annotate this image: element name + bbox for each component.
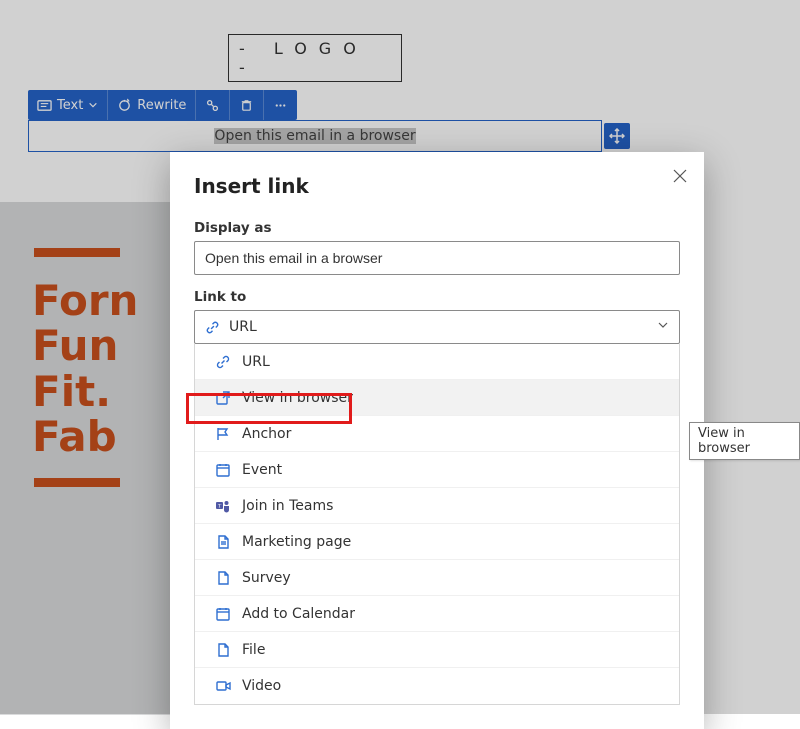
- calendar-grid-icon: [215, 606, 231, 622]
- close-button[interactable]: [670, 166, 690, 186]
- option-join-in-teams[interactable]: T Join in Teams: [195, 488, 679, 524]
- close-icon: [673, 169, 687, 183]
- link-to-label: Link to: [194, 289, 680, 305]
- tooltip-text: View in browser: [698, 426, 750, 456]
- flag-icon: [215, 426, 231, 442]
- option-view-in-browser[interactable]: View in browser: [195, 380, 679, 416]
- teams-icon: T: [215, 498, 231, 514]
- option-label: Event: [242, 462, 282, 478]
- option-file[interactable]: File: [195, 632, 679, 668]
- option-video[interactable]: Video: [195, 668, 679, 704]
- open-external-icon: [215, 390, 231, 406]
- file-icon: [215, 642, 231, 658]
- option-label: Add to Calendar: [242, 606, 355, 622]
- link-to-options-dropdown: URL View in browser Anchor Event T Join …: [194, 344, 680, 705]
- calendar-icon: [215, 462, 231, 478]
- video-icon: [215, 678, 231, 694]
- option-label: Marketing page: [242, 534, 351, 550]
- option-label: Survey: [242, 570, 291, 586]
- dialog-title: Insert link: [194, 174, 680, 198]
- selected-option-label: URL: [229, 319, 257, 335]
- option-marketing-page[interactable]: Marketing page: [195, 524, 679, 560]
- option-survey[interactable]: Survey: [195, 560, 679, 596]
- display-as-input[interactable]: [194, 241, 680, 275]
- option-label: View in browser: [242, 390, 353, 406]
- link-icon: [205, 320, 220, 335]
- option-label: Anchor: [242, 426, 291, 442]
- option-url[interactable]: URL: [195, 344, 679, 380]
- option-label: Join in Teams: [242, 498, 333, 514]
- tooltip: View in browser: [689, 422, 800, 460]
- chevron-down-icon: [657, 319, 669, 335]
- option-label: Video: [242, 678, 281, 694]
- option-label: File: [242, 642, 265, 658]
- document-icon: [215, 570, 231, 586]
- link-icon: [215, 354, 231, 370]
- option-add-to-calendar[interactable]: Add to Calendar: [195, 596, 679, 632]
- insert-link-dialog: Insert link Display as Link to URL URL V…: [170, 152, 704, 729]
- option-label: URL: [242, 354, 270, 370]
- option-anchor[interactable]: Anchor: [195, 416, 679, 452]
- option-event[interactable]: Event: [195, 452, 679, 488]
- link-to-select[interactable]: URL: [194, 310, 680, 344]
- page-icon: [215, 534, 231, 550]
- display-as-label: Display as: [194, 220, 680, 236]
